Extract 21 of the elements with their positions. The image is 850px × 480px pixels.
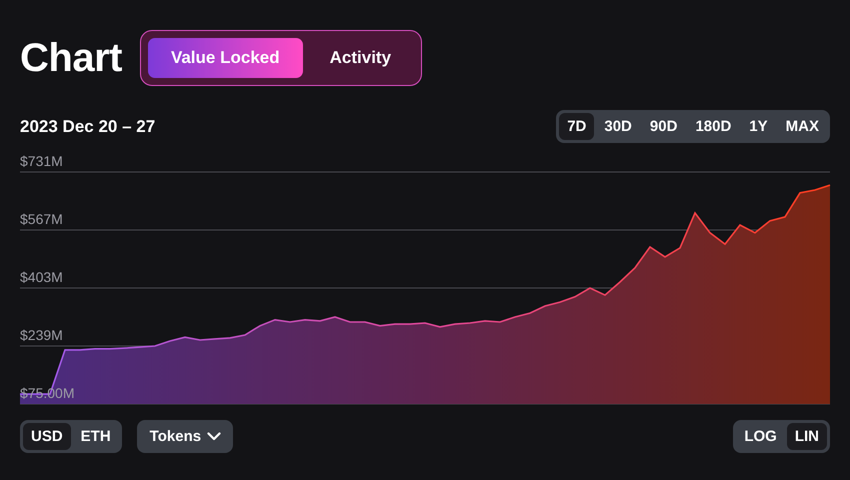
toggle-option[interactable]: ETH [72, 423, 119, 450]
axis-label: $567M [20, 211, 63, 227]
tab[interactable]: Activity [306, 38, 414, 78]
toggle-option[interactable]: 7D [559, 113, 594, 140]
tab[interactable]: Value Locked [148, 38, 303, 78]
tokens-dropdown[interactable]: Tokens [136, 420, 234, 453]
toggle-option[interactable]: USD [23, 423, 71, 450]
toggle-option[interactable]: 180D [687, 113, 740, 140]
toggle-option[interactable]: LIN [786, 423, 827, 450]
axis-label: $75.00M [20, 385, 74, 401]
page-title: Chart [20, 36, 122, 80]
axis-label: $731M [20, 153, 63, 169]
date-range: 2023 Dec 20 – 27 [20, 116, 156, 136]
axis-label: $239M [20, 327, 63, 343]
toggle-option[interactable]: MAX [778, 113, 827, 140]
toggle-option[interactable]: 90D [642, 113, 686, 140]
caret-icon [207, 432, 222, 441]
toggle-option[interactable]: 30D [596, 113, 640, 140]
axis-label: $403M [20, 269, 63, 285]
toggle-option[interactable]: 1Y [741, 113, 776, 140]
toggle-option[interactable]: LOG [736, 423, 785, 450]
